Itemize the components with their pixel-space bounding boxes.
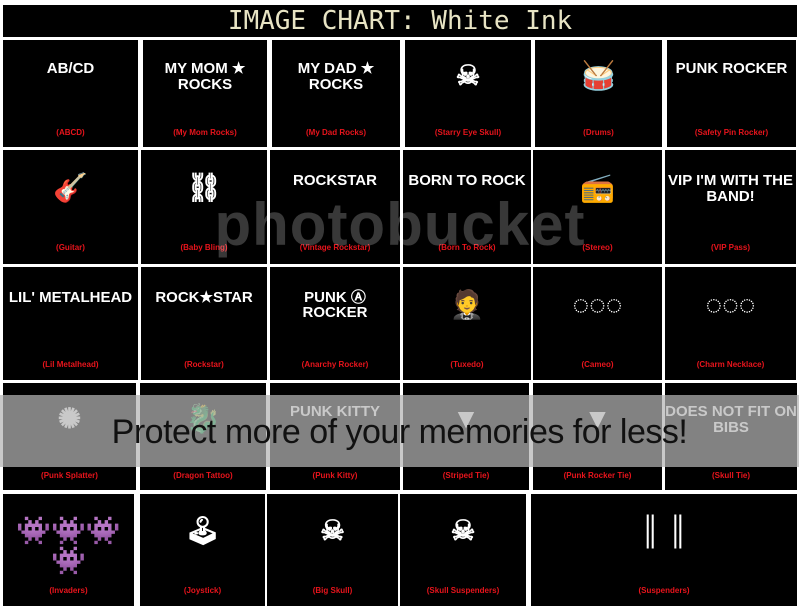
photobucket-watermark: photobucket [214, 191, 586, 258]
invaders-icon: 👾👾👾👾 [16, 515, 121, 576]
design-cell: 🤵 (Tuxedo) [403, 267, 531, 380]
necklace-icon: ◌◌◌ [705, 288, 756, 320]
design-artwork: PUNK ROCKER [675, 60, 788, 78]
design-cell: ║ ║ (Suspenders) [531, 494, 797, 606]
watermark-slogan: Protect more of your memories for less! [111, 413, 688, 451]
design-label: (Drums) [583, 127, 614, 137]
design-label: (My Dad Rocks) [305, 127, 366, 137]
tuxedo-icon: 🤵 [449, 288, 485, 320]
design-label: (ABCD) [56, 127, 85, 137]
design-label: (Starry Eye Skull) [434, 127, 502, 137]
design-artwork: PUNK Ⓐ ROCKER [302, 288, 368, 322]
design-artwork: LIL' METALHEAD [8, 288, 133, 306]
design-label: (Joystick) [183, 585, 222, 595]
design-label: (Safety Pin Rocker) [694, 127, 769, 137]
design-artwork: BORN TO ROCK [408, 171, 526, 189]
design-label: (Anarchy Rocker) [301, 359, 369, 369]
design-cell: AB/CD (ABCD) [3, 40, 138, 147]
design-cell: ☠ (Starry Eye Skull) [405, 40, 531, 147]
design-label: (Rockstar) [184, 359, 224, 369]
design-cell: VIP I'M WITH THE BAND! (VIP Pass) [665, 150, 796, 264]
design-label: (Punk Splatter) [41, 470, 98, 480]
design-cell: ☠ (Big Skull) [267, 494, 398, 606]
design-label: (Cameo) [581, 359, 614, 369]
design-label: (Invaders) [49, 585, 88, 595]
design-cell: PUNK ROCKER (Safety Pin Rocker) [667, 40, 796, 147]
skull-icon: ☠ [455, 60, 481, 92]
design-artwork: VIP I'M WITH THE BAND! [668, 171, 793, 205]
joystick-icon: 🕹 [184, 515, 221, 547]
suspenders-icon: ║ ║ [640, 515, 688, 547]
design-cell: MY DAD ★ ROCKS (My Dad Rocks) [272, 40, 400, 147]
design-artwork: MY DAD ★ ROCKS [297, 60, 375, 94]
design-label: (Lil Metalhead) [42, 359, 99, 369]
design-cell: MY MOM ★ ROCKS (My Mom Rocks) [143, 40, 267, 147]
design-cell: 👾👾👾👾 (Invaders) [3, 494, 134, 606]
design-cell: ROCK★STAR (Rockstar) [141, 267, 267, 380]
design-cell: 🕹 (Joystick) [140, 494, 265, 606]
design-cell: PUNK Ⓐ ROCKER (Anarchy Rocker) [270, 267, 400, 380]
design-artwork: MY MOM ★ ROCKS [164, 60, 246, 94]
design-label: (Skull Suspenders) [426, 585, 500, 595]
necklace-icon: ◌◌◌ [572, 288, 623, 320]
design-label: (Punk Rocker Tie) [563, 470, 632, 480]
design-artwork: AB/CD [46, 60, 95, 78]
chart-title: IMAGE CHART: White Ink [3, 5, 797, 37]
design-label: (Charm Necklace) [696, 359, 765, 369]
design-label: (My Mom Rocks) [173, 127, 237, 137]
design-label: (Suspenders) [638, 585, 690, 595]
skull-icon: ☠ [450, 515, 476, 547]
design-cell: 🥁 (Drums) [535, 40, 662, 147]
design-cell: 🎸 (Guitar) [3, 150, 138, 264]
design-cell: LIL' METALHEAD (Lil Metalhead) [3, 267, 138, 380]
design-label: (Big Skull) [312, 585, 353, 595]
design-label: (Skull Tie) [711, 470, 751, 480]
design-label: (VIP Pass) [711, 243, 750, 253]
design-label: (Guitar) [56, 243, 85, 253]
design-cell: ◌◌◌ (Cameo) [533, 267, 662, 380]
design-label: (Punk Kitty) [312, 470, 358, 480]
design-label: (Tuxedo) [450, 359, 484, 369]
design-cell: ☠ (Skull Suspenders) [400, 494, 526, 606]
design-artwork: ROCKSTAR [293, 171, 377, 189]
skull-icon: ☠ [319, 515, 346, 547]
drum-kit-icon: 🥁 [581, 60, 616, 92]
design-cell: ◌◌◌ (Charm Necklace) [665, 267, 796, 380]
guitar-icon: 🎸 [53, 171, 88, 203]
design-label: (Dragon Tattoo) [173, 470, 233, 480]
design-artwork: ROCK★STAR [155, 288, 253, 306]
design-label: (Striped Tie) [442, 470, 490, 480]
